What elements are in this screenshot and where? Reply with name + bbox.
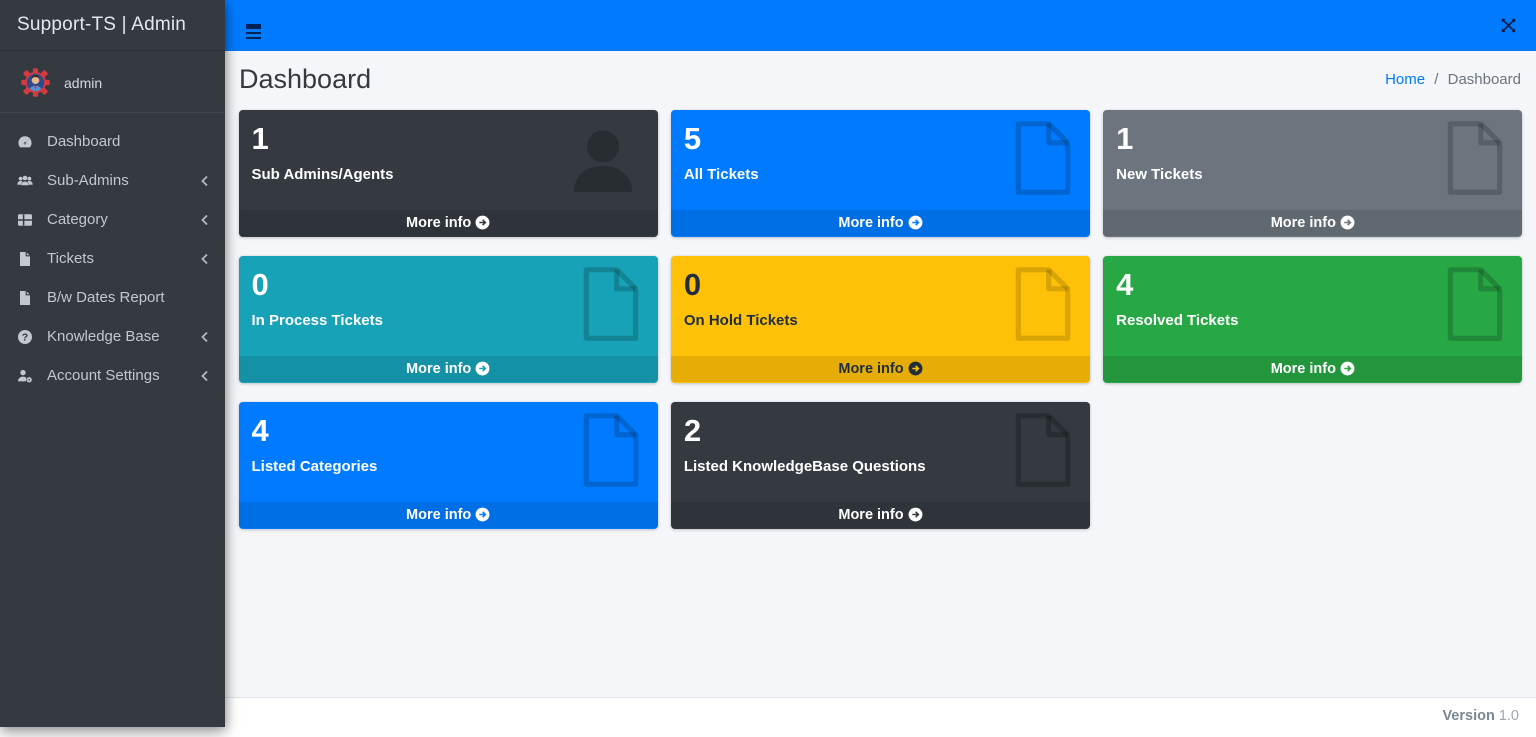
- chevron-left-icon: [200, 175, 210, 187]
- sidebar-item-label: Tickets: [47, 250, 200, 267]
- brand-logo[interactable]: Support-TS | Admin: [0, 0, 225, 51]
- file-icon: [1444, 120, 1506, 201]
- info-box-in-process-tickets: 0 In Process Tickets More info: [239, 256, 658, 383]
- sidebar-item-knowledge-base[interactable]: ? Knowledge Base: [0, 317, 225, 356]
- sidebar-item-label: Category: [47, 211, 200, 228]
- file-icon: [580, 266, 642, 347]
- user-icon: [564, 120, 642, 203]
- page-title: Dashboard: [239, 64, 371, 95]
- file-icon: [580, 412, 642, 493]
- file-icon: [17, 251, 38, 267]
- tachometer-icon: [17, 134, 38, 150]
- sidebar-menu: Dashboard Sub-Admins Category: [0, 113, 225, 395]
- sidebar-item-bw-dates-report[interactable]: B/w Dates Report: [0, 278, 225, 317]
- more-info-link[interactable]: More info: [239, 502, 658, 528]
- user-gear-icon: [17, 368, 38, 384]
- info-box-sub-admins: 1 Sub Admins/Agents More info: [239, 110, 658, 237]
- more-info-link[interactable]: More info: [239, 210, 658, 236]
- info-box-on-hold-tickets: 0 On Hold Tickets More info: [671, 256, 1090, 383]
- breadcrumb-current: Dashboard: [1448, 71, 1521, 88]
- info-box-listed-categories: 4 Listed Categories More info: [239, 402, 658, 529]
- breadcrumb-home-link[interactable]: Home: [1385, 71, 1425, 88]
- chevron-left-icon: [200, 370, 210, 382]
- question-circle-icon: ?: [17, 329, 38, 345]
- info-box-all-tickets: 5 All Tickets More info: [671, 110, 1090, 237]
- version-label: Version: [1442, 708, 1494, 724]
- table-icon: [17, 212, 38, 228]
- sidebar-item-tickets[interactable]: Tickets: [0, 239, 225, 278]
- more-info-link[interactable]: More info: [671, 356, 1090, 382]
- file-icon: [1012, 412, 1074, 493]
- file-icon: [1012, 266, 1074, 347]
- page-footer: Version 1.0: [225, 697, 1536, 737]
- content-area: Dashboard Home / Dashboard 1 Sub Admins/…: [225, 51, 1536, 697]
- more-info-link[interactable]: More info: [671, 502, 1090, 528]
- version-value: 1.0: [1499, 708, 1519, 724]
- hamburger-icon: [246, 24, 261, 26]
- sidebar-item-dashboard[interactable]: Dashboard: [0, 122, 225, 161]
- sidebar-item-label: B/w Dates Report: [47, 289, 210, 306]
- breadcrumb: Home / Dashboard: [1385, 71, 1521, 88]
- sidebar-item-label: Sub-Admins: [47, 172, 200, 189]
- sidebar-item-label: Dashboard: [47, 133, 210, 150]
- user-avatar: [19, 66, 52, 99]
- sidebar-item-category[interactable]: Category: [0, 200, 225, 239]
- sidebar-item-sub-admins[interactable]: Sub-Admins: [0, 161, 225, 200]
- info-box-new-tickets: 1 New Tickets More info: [1103, 110, 1522, 237]
- chevron-left-icon: [200, 331, 210, 343]
- expand-arrows-icon: [1500, 17, 1517, 34]
- info-box-resolved-tickets: 4 Resolved Tickets More info: [1103, 256, 1522, 383]
- file-icon: [1012, 120, 1074, 201]
- sidebar-item-account-settings[interactable]: Account Settings: [0, 356, 225, 395]
- user-name: admin: [64, 75, 102, 91]
- users-icon: [17, 173, 38, 189]
- sidebar: Support-TS | Admin: [0, 0, 225, 727]
- user-panel: admin: [0, 51, 225, 113]
- more-info-link[interactable]: More info: [1103, 356, 1522, 382]
- sidebar-item-label: Account Settings: [47, 367, 200, 384]
- svg-text:?: ?: [22, 331, 28, 343]
- more-info-link[interactable]: More info: [239, 356, 658, 382]
- breadcrumb-separator: /: [1434, 71, 1438, 88]
- file-icon: [17, 290, 38, 306]
- fullscreen-button[interactable]: [1500, 17, 1517, 34]
- brand-text: Support-TS | Admin: [17, 14, 186, 36]
- sidebar-toggle-button[interactable]: [246, 22, 261, 30]
- info-box-knowledgebase-questions: 2 Listed KnowledgeBase Questions More in…: [671, 402, 1090, 529]
- more-info-link[interactable]: More info: [671, 210, 1090, 236]
- chevron-left-icon: [200, 253, 210, 265]
- more-info-link[interactable]: More info: [1103, 210, 1522, 236]
- file-icon: [1444, 266, 1506, 347]
- top-navbar: [225, 0, 1536, 51]
- chevron-left-icon: [200, 214, 210, 226]
- sidebar-item-label: Knowledge Base: [47, 328, 200, 345]
